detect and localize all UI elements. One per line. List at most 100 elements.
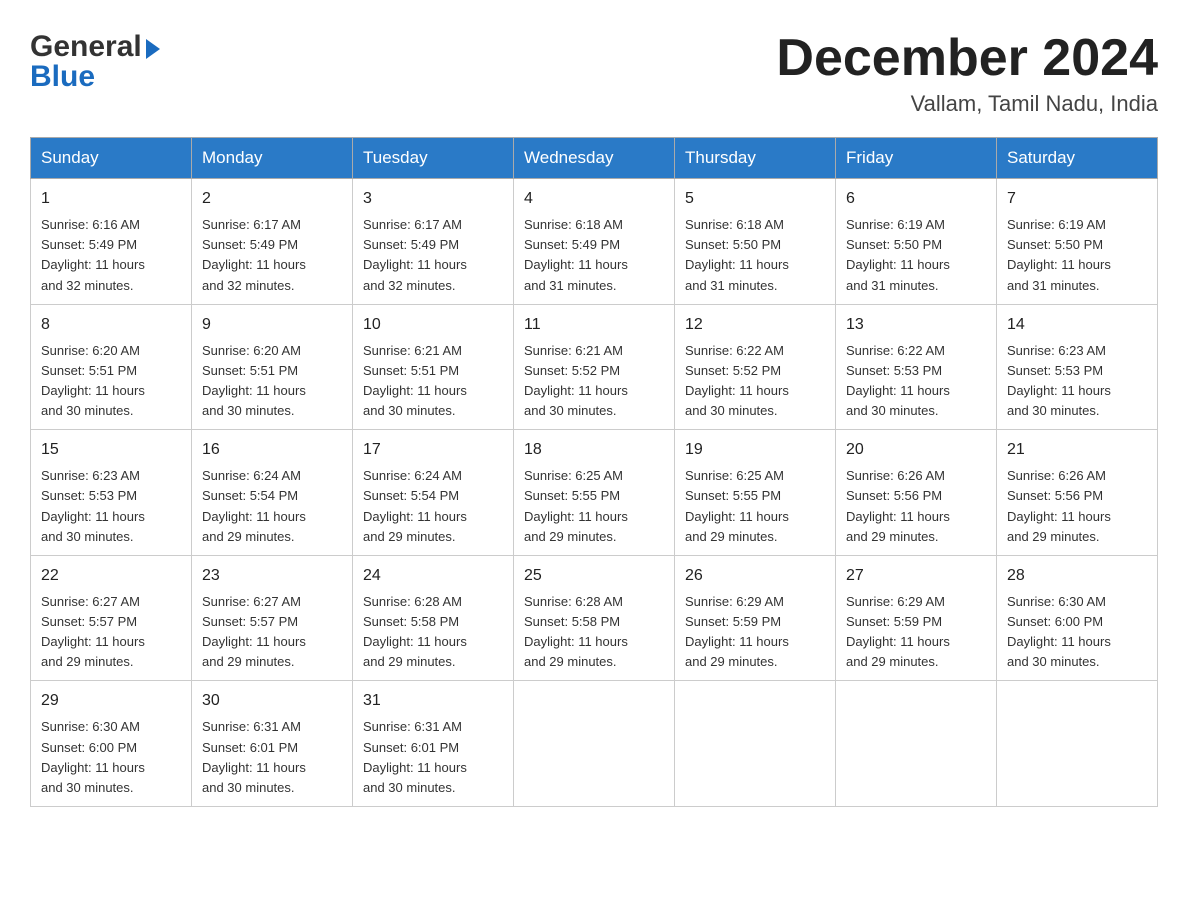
calendar-cell: 24 Sunrise: 6:28 AMSunset: 5:58 PMDayligh… bbox=[353, 555, 514, 681]
day-info: Sunrise: 6:29 AMSunset: 5:59 PMDaylight:… bbox=[846, 592, 986, 673]
weekday-header-row: Sunday Monday Tuesday Wednesday Thursday… bbox=[31, 138, 1158, 179]
day-number: 28 bbox=[1007, 564, 1147, 588]
day-number: 14 bbox=[1007, 313, 1147, 337]
day-info: Sunrise: 6:28 AMSunset: 5:58 PMDaylight:… bbox=[524, 592, 664, 673]
calendar-cell: 12Sunrise: 6:22 AMSunset: 5:52 PMDayligh… bbox=[675, 304, 836, 430]
day-info: Sunrise: 6:22 AMSunset: 5:52 PMDaylight:… bbox=[685, 341, 825, 422]
calendar-cell: 3Sunrise: 6:17 AMSunset: 5:49 PMDaylight… bbox=[353, 179, 514, 305]
calendar-table: Sunday Monday Tuesday Wednesday Thursday… bbox=[30, 137, 1158, 807]
header-monday: Monday bbox=[192, 138, 353, 179]
header-sunday: Sunday bbox=[31, 138, 192, 179]
day-info: Sunrise: 6:21 AMSunset: 5:51 PMDaylight:… bbox=[363, 341, 503, 422]
day-info: Sunrise: 6:18 AMSunset: 5:49 PMDaylight:… bbox=[524, 215, 664, 296]
calendar-body: 1 Sunrise: 6:16 AMSunset: 5:49 PMDaylight… bbox=[31, 179, 1158, 807]
day-info: Sunrise: 6:16 AMSunset: 5:49 PMDaylight:… bbox=[41, 215, 181, 296]
day-info: Sunrise: 6:21 AMSunset: 5:52 PMDaylight:… bbox=[524, 341, 664, 422]
calendar-cell: 2Sunrise: 6:17 AMSunset: 5:49 PMDaylight… bbox=[192, 179, 353, 305]
day-info: Sunrise: 6:24 AMSunset: 5:54 PMDaylight:… bbox=[202, 466, 342, 547]
day-number: 1 bbox=[41, 187, 181, 211]
day-info: Sunrise: 6:24 AMSunset: 5:54 PMDaylight:… bbox=[363, 466, 503, 547]
calendar-cell: 23Sunrise: 6:27 AMSunset: 5:57 PMDayligh… bbox=[192, 555, 353, 681]
day-number: 16 bbox=[202, 438, 342, 462]
day-number: 19 bbox=[685, 438, 825, 462]
day-info: Sunrise: 6:28 AMSunset: 5:58 PMDaylight:… bbox=[363, 592, 503, 673]
calendar-cell bbox=[675, 681, 836, 807]
header-wednesday: Wednesday bbox=[514, 138, 675, 179]
calendar-cell: 17 Sunrise: 6:24 AMSunset: 5:54 PMDayligh… bbox=[353, 430, 514, 556]
calendar-cell: 6 Sunrise: 6:19 AMSunset: 5:50 PMDaylight… bbox=[836, 179, 997, 305]
calendar-cell: 22 Sunrise: 6:27 AMSunset: 5:57 PMDayligh… bbox=[31, 555, 192, 681]
day-number: 27 bbox=[846, 564, 986, 588]
calendar-cell: 9 Sunrise: 6:20 AMSunset: 5:51 PMDaylight… bbox=[192, 304, 353, 430]
calendar-cell: 31 Sunrise: 6:31 AMSunset: 6:01 PMDayligh… bbox=[353, 681, 514, 807]
day-info: Sunrise: 6:31 AMSunset: 6:01 PMDaylight:… bbox=[363, 717, 503, 798]
day-number: 8 bbox=[41, 313, 181, 337]
calendar-cell: 16 Sunrise: 6:24 AMSunset: 5:54 PMDayligh… bbox=[192, 430, 353, 556]
calendar-cell bbox=[514, 681, 675, 807]
day-number: 21 bbox=[1007, 438, 1147, 462]
day-number: 23 bbox=[202, 564, 342, 588]
day-number: 5 bbox=[685, 187, 825, 211]
header-friday: Friday bbox=[836, 138, 997, 179]
day-info: Sunrise: 6:19 AMSunset: 5:50 PMDaylight:… bbox=[846, 215, 986, 296]
calendar-week-row: 1 Sunrise: 6:16 AMSunset: 5:49 PMDaylight… bbox=[31, 179, 1158, 305]
calendar-cell: 27 Sunrise: 6:29 AMSunset: 5:59 PMDayligh… bbox=[836, 555, 997, 681]
day-info: Sunrise: 6:23 AMSunset: 5:53 PMDaylight:… bbox=[1007, 341, 1147, 422]
day-info: Sunrise: 6:31 AMSunset: 6:01 PMDaylight:… bbox=[202, 717, 342, 798]
day-info: Sunrise: 6:25 AMSunset: 5:55 PMDaylight:… bbox=[685, 466, 825, 547]
day-number: 17 bbox=[363, 438, 503, 462]
calendar-header: Sunday Monday Tuesday Wednesday Thursday… bbox=[31, 138, 1158, 179]
day-info: Sunrise: 6:30 AMSunset: 6:00 PMDaylight:… bbox=[41, 717, 181, 798]
calendar-week-row: 29 Sunrise: 6:30 AMSunset: 6:00 PMDayligh… bbox=[31, 681, 1158, 807]
day-number: 20 bbox=[846, 438, 986, 462]
day-number: 9 bbox=[202, 313, 342, 337]
day-info: Sunrise: 6:30 AMSunset: 6:00 PMDaylight:… bbox=[1007, 592, 1147, 673]
day-number: 30 bbox=[202, 689, 342, 713]
day-number: 24 bbox=[363, 564, 503, 588]
calendar-cell: 28 Sunrise: 6:30 AMSunset: 6:00 PMDayligh… bbox=[997, 555, 1158, 681]
calendar-cell: 10 Sunrise: 6:21 AMSunset: 5:51 PMDayligh… bbox=[353, 304, 514, 430]
day-number: 6 bbox=[846, 187, 986, 211]
day-info: Sunrise: 6:17 AMSunset: 5:49 PMDaylight:… bbox=[363, 215, 503, 296]
calendar-cell: 19 Sunrise: 6:25 AMSunset: 5:55 PMDayligh… bbox=[675, 430, 836, 556]
calendar-cell: 1 Sunrise: 6:16 AMSunset: 5:49 PMDaylight… bbox=[31, 179, 192, 305]
calendar-cell: 29 Sunrise: 6:30 AMSunset: 6:00 PMDayligh… bbox=[31, 681, 192, 807]
calendar-cell: 5 Sunrise: 6:18 AMSunset: 5:50 PMDaylight… bbox=[675, 179, 836, 305]
calendar-cell: 20 Sunrise: 6:26 AMSunset: 5:56 PMDayligh… bbox=[836, 430, 997, 556]
day-info: Sunrise: 6:23 AMSunset: 5:53 PMDaylight:… bbox=[41, 466, 181, 547]
calendar-cell: 25Sunrise: 6:28 AMSunset: 5:58 PMDayligh… bbox=[514, 555, 675, 681]
logo-blue-text: Blue bbox=[30, 60, 95, 94]
day-number: 2 bbox=[202, 187, 342, 211]
calendar-cell bbox=[836, 681, 997, 807]
calendar-cell: 18Sunrise: 6:25 AMSunset: 5:55 PMDayligh… bbox=[514, 430, 675, 556]
day-number: 22 bbox=[41, 564, 181, 588]
calendar-week-row: 15 Sunrise: 6:23 AMSunset: 5:53 PMDayligh… bbox=[31, 430, 1158, 556]
day-number: 15 bbox=[41, 438, 181, 462]
day-number: 4 bbox=[524, 187, 664, 211]
logo-arrow-icon bbox=[146, 39, 160, 59]
day-number: 31 bbox=[363, 689, 503, 713]
calendar-cell: 15 Sunrise: 6:23 AMSunset: 5:53 PMDayligh… bbox=[31, 430, 192, 556]
day-info: Sunrise: 6:25 AMSunset: 5:55 PMDaylight:… bbox=[524, 466, 664, 547]
day-info: Sunrise: 6:29 AMSunset: 5:59 PMDaylight:… bbox=[685, 592, 825, 673]
day-number: 29 bbox=[41, 689, 181, 713]
calendar-cell: 11Sunrise: 6:21 AMSunset: 5:52 PMDayligh… bbox=[514, 304, 675, 430]
month-year-title: December 2024 bbox=[776, 30, 1158, 87]
calendar-cell: 30 Sunrise: 6:31 AMSunset: 6:01 PMDayligh… bbox=[192, 681, 353, 807]
header-tuesday: Tuesday bbox=[353, 138, 514, 179]
header-saturday: Saturday bbox=[997, 138, 1158, 179]
day-info: Sunrise: 6:20 AMSunset: 5:51 PMDaylight:… bbox=[41, 341, 181, 422]
day-number: 10 bbox=[363, 313, 503, 337]
day-info: Sunrise: 6:20 AMSunset: 5:51 PMDaylight:… bbox=[202, 341, 342, 422]
day-info: Sunrise: 6:18 AMSunset: 5:50 PMDaylight:… bbox=[685, 215, 825, 296]
day-info: Sunrise: 6:26 AMSunset: 5:56 PMDaylight:… bbox=[846, 466, 986, 547]
calendar-week-row: 22 Sunrise: 6:27 AMSunset: 5:57 PMDayligh… bbox=[31, 555, 1158, 681]
calendar-cell bbox=[997, 681, 1158, 807]
day-info: Sunrise: 6:22 AMSunset: 5:53 PMDaylight:… bbox=[846, 341, 986, 422]
location-subtitle: Vallam, Tamil Nadu, India bbox=[776, 91, 1158, 117]
calendar-cell: 13Sunrise: 6:22 AMSunset: 5:53 PMDayligh… bbox=[836, 304, 997, 430]
day-info: Sunrise: 6:27 AMSunset: 5:57 PMDaylight:… bbox=[41, 592, 181, 673]
logo-general-text: General bbox=[30, 30, 142, 64]
title-section: December 2024 Vallam, Tamil Nadu, India bbox=[776, 30, 1158, 117]
calendar-cell: 4 Sunrise: 6:18 AMSunset: 5:49 PMDaylight… bbox=[514, 179, 675, 305]
